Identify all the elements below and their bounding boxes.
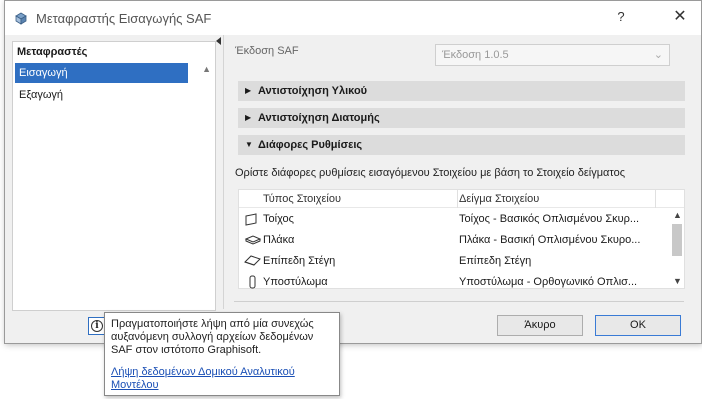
expand-arrow-icon: ▶	[245, 86, 252, 95]
saf-version-value: Έκδοση 1.0.5	[442, 49, 509, 61]
row-type: Τοίχος	[263, 213, 294, 225]
scroll-thumb[interactable]	[672, 224, 682, 256]
table-row[interactable]: Επίπεδη Στέγη Επίπεδη Στέγη	[239, 251, 669, 272]
app-icon	[15, 12, 27, 25]
cancel-button[interactable]: Άκυρο	[497, 315, 583, 336]
slab-icon	[244, 235, 262, 245]
wall-icon	[245, 213, 257, 226]
translator-list-header: Μεταφραστές	[17, 46, 88, 58]
collapse-panel-icon[interactable]	[216, 37, 221, 45]
scroll-up-icon[interactable]: ▲	[673, 210, 682, 220]
row-sample[interactable]: Τοίχος - Βασικός Οπλισμένου Σκυρ...	[459, 213, 659, 225]
column-element-type[interactable]: Τύπος Στοιχείου	[263, 193, 341, 205]
roof-icon	[244, 255, 261, 266]
table-row[interactable]: Υποστύλωμα Υποστύλωμα - Ορθογωνικό Οπλισ…	[239, 272, 669, 289]
window-title: Μεταφραστής Εισαγωγής SAF	[36, 11, 212, 26]
ok-button[interactable]: OK	[595, 315, 681, 336]
panel-divider[interactable]	[223, 35, 224, 309]
row-sample[interactable]: Επίπεδη Στέγη	[459, 255, 659, 267]
chevron-down-icon: ⌄	[653, 49, 663, 61]
column-separator	[457, 190, 458, 208]
row-sample[interactable]: Υποστύλωμα - Ορθογωνικό Οπλισ...	[459, 276, 659, 288]
saf-version-select[interactable]: Έκδοση 1.0.5 ⌄	[435, 44, 670, 66]
table-row[interactable]: Τοίχος Τοίχος - Βασικός Οπλισμένου Σκυρ.…	[239, 209, 669, 230]
sidebar-item-export[interactable]: Εξαγωγή	[15, 85, 188, 105]
sidebar-item-import[interactable]: Εισαγωγή	[15, 63, 188, 83]
expand-arrow-icon: ▶	[245, 113, 252, 122]
table-header: Τύπος Στοιχείου Δείγμα Στοιχείου	[239, 190, 684, 208]
title-bar[interactable]: Μεταφραστής Εισαγωγής SAF ? ✕	[5, 1, 701, 35]
row-type: Επίπεδη Στέγη	[263, 255, 336, 267]
saf-version-label: Έκδοση SAF	[235, 45, 299, 57]
help-button[interactable]: ?	[613, 9, 629, 27]
footer-divider	[234, 301, 684, 302]
download-link[interactable]: Λήψη δεδομένων Δομικού Αναλυτικού Μοντέλ…	[111, 366, 333, 392]
element-table: Τύπος Στοιχείου Δείγμα Στοιχείου Τοίχος …	[238, 189, 685, 289]
collapse-arrow-icon: ▼	[245, 140, 253, 149]
section-cross-section-mapping[interactable]: ▶ Αντιστοίχηση Διατομής	[238, 108, 685, 128]
sidebar-item-label: Εξαγωγή	[19, 89, 64, 101]
settings-description: Ορίστε διάφορες ρυθμίσεις εισαγόμενου Στ…	[235, 167, 626, 179]
section-label: Διάφορες Ρυθμίσεις	[258, 139, 363, 151]
scroll-up-icon[interactable]: ▲	[202, 64, 211, 74]
tooltip-text: Πραγματοποιήστε λήψη από μία συνεχώς αυξ…	[111, 318, 314, 356]
column-icon	[249, 275, 256, 289]
close-button[interactable]: ✕	[667, 5, 693, 29]
dialog-window: Μεταφραστής Εισαγωγής SAF ? ✕ Μεταφραστέ…	[4, 0, 702, 344]
info-tooltip: Πραγματοποιήστε λήψη από μία συνεχώς αυξ…	[104, 312, 340, 396]
section-label: Αντιστοίχηση Υλικού	[258, 85, 368, 97]
column-separator	[655, 190, 656, 208]
column-sample-element[interactable]: Δείγμα Στοιχείου	[459, 193, 539, 205]
row-sample[interactable]: Πλάκα - Βασική Οπλισμένου Σκυρο...	[459, 234, 659, 246]
row-type: Πλάκα	[263, 234, 295, 246]
section-misc-settings[interactable]: ▼ Διάφορες Ρυθμίσεις	[238, 135, 685, 155]
table-row[interactable]: Πλάκα Πλάκα - Βασική Οπλισμένου Σκυρο...	[239, 230, 669, 251]
translator-list: Μεταφραστές Εισαγωγή Εξαγωγή ▲	[12, 41, 216, 311]
section-label: Αντιστοίχηση Διατομής	[258, 112, 380, 124]
sidebar-item-label: Εισαγωγή	[19, 67, 68, 79]
table-scrollbar[interactable]: ▲ ▼	[670, 208, 684, 288]
scroll-down-icon[interactable]: ▼	[673, 276, 682, 286]
section-material-mapping[interactable]: ▶ Αντιστοίχηση Υλικού	[238, 81, 685, 101]
info-icon: i	[91, 320, 103, 332]
row-type: Υποστύλωμα	[263, 276, 328, 288]
